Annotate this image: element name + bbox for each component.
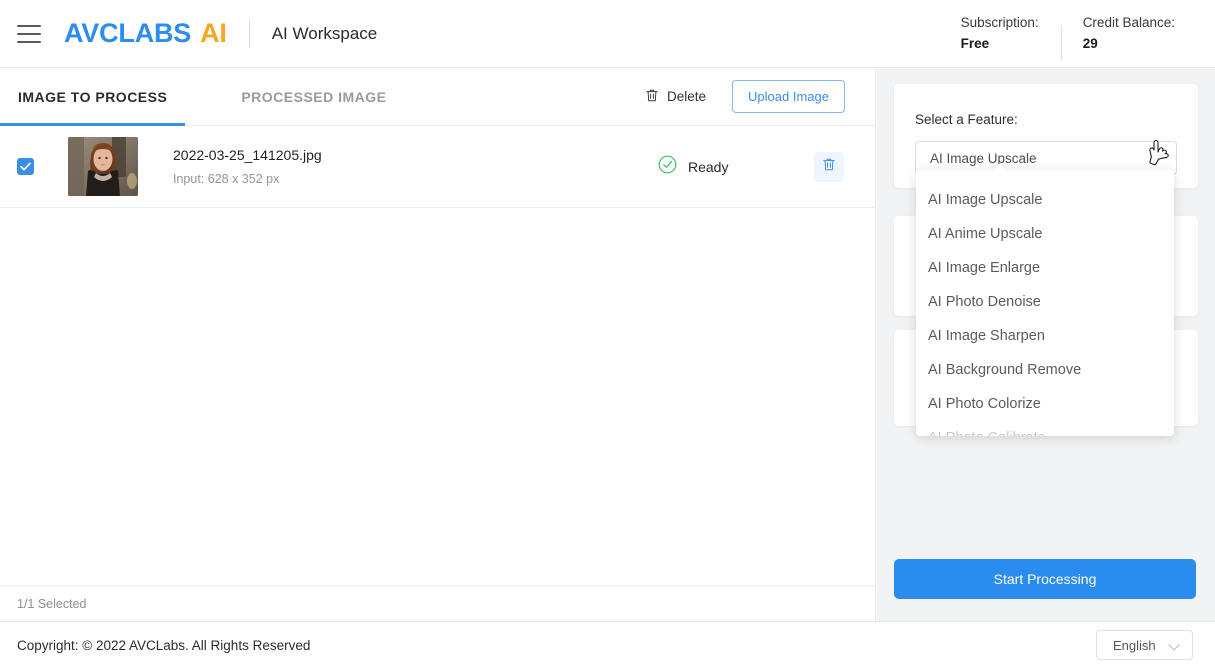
brand-accent: AI — [200, 18, 227, 48]
row-checkbox[interactable] — [17, 158, 34, 175]
top-header-bar: AVCLABS AI AI Workspace Subscription: Fr… — [0, 0, 1215, 68]
tab-processed-image[interactable]: PROCESSED IMAGE — [241, 68, 386, 125]
delete-button[interactable]: Delete — [645, 88, 706, 106]
chevron-down-icon — [1154, 152, 1167, 165]
image-thumbnail[interactable] — [68, 137, 138, 196]
dropdown-option-ai-photo-calibrate[interactable]: AI Photo Calibrate — [916, 421, 1174, 436]
hamburger-line — [17, 40, 41, 43]
check-circle-icon — [658, 155, 677, 179]
tab-actions-group: Delete Upload Image — [645, 80, 845, 113]
trash-icon — [645, 88, 659, 106]
status-badge: Ready — [688, 158, 729, 175]
subscription-info: Subscription: Free — [939, 14, 1061, 53]
hamburger-line — [17, 32, 41, 35]
dropdown-option-ai-photo-colorize[interactable]: AI Photo Colorize — [916, 387, 1174, 421]
dropdown-caret — [992, 163, 1008, 171]
dropdown-option-ai-image-enlarge[interactable]: AI Image Enlarge — [916, 251, 1174, 285]
account-info-group: Subscription: Free Credit Balance: 29 — [939, 0, 1197, 67]
copyright-text: Copyright: © 2022 AVCLabs. All Rights Re… — [17, 637, 311, 653]
dropdown-option-ai-image-sharpen[interactable]: AI Image Sharpen — [916, 319, 1174, 353]
selection-status-bar: 1/1 Selected — [0, 585, 875, 621]
chevron-down-icon — [1168, 639, 1180, 651]
subscription-value: Free — [960, 36, 990, 51]
image-list-panel: IMAGE TO PROCESS PROCESSED IMAGE Delete … — [0, 68, 876, 621]
hamburger-line — [17, 24, 41, 27]
dropdown-option-ai-photo-denoise[interactable]: AI Photo Denoise — [916, 285, 1174, 319]
credit-balance-info: Credit Balance: 29 — [1060, 14, 1197, 60]
credit-balance-value: 29 — [1082, 36, 1098, 51]
language-value: English — [1113, 637, 1156, 653]
upload-image-button[interactable]: Upload Image — [732, 80, 845, 113]
dropdown-option-ai-background-remove[interactable]: AI Background Remove — [916, 353, 1174, 387]
subscription-label: Subscription: — [960, 15, 1039, 30]
trash-icon — [822, 157, 836, 177]
status-group: Ready — [658, 155, 728, 179]
hamburger-menu-icon[interactable] — [17, 24, 41, 43]
brand-logo[interactable]: AVCLABS AI — [64, 18, 227, 49]
footer-bar: Copyright: © 2022 AVCLabs. All Rights Re… — [0, 621, 1215, 668]
delete-button-label: Delete — [667, 89, 707, 104]
row-delete-button[interactable] — [814, 151, 844, 182]
feature-dropdown-menu[interactable]: AI Image Upscale AI Anime Upscale AI Ima… — [916, 170, 1174, 436]
dropdown-option-ai-image-upscale[interactable]: AI Image Upscale — [916, 183, 1174, 217]
tab-bar: IMAGE TO PROCESS PROCESSED IMAGE Delete … — [0, 68, 875, 126]
selected-count: 1/1 Selected — [17, 596, 87, 611]
thumbnail-artwork — [68, 137, 138, 196]
tab-image-to-process[interactable]: IMAGE TO PROCESS — [0, 68, 186, 126]
dropdown-option-ai-anime-upscale[interactable]: AI Anime Upscale — [916, 217, 1174, 251]
select-feature-label: Select a Feature: — [915, 112, 1018, 127]
page-title: AI Workspace — [271, 23, 378, 43]
file-info: 2022-03-25_141205.jpg Input: 628 x 352 p… — [173, 147, 322, 186]
table-row[interactable]: 2022-03-25_141205.jpg Input: 628 x 352 p… — [0, 126, 875, 208]
checkmark-icon — [20, 162, 31, 171]
credit-balance-label: Credit Balance: — [1082, 15, 1175, 30]
header-divider — [248, 19, 250, 48]
brand-name: AVCLABS — [64, 18, 192, 48]
start-processing-button[interactable]: Start Processing — [894, 559, 1196, 599]
language-selector[interactable]: English — [1096, 630, 1193, 660]
feature-select-value: AI Image Upscale — [930, 150, 1037, 166]
file-name: 2022-03-25_141205.jpg — [173, 147, 322, 163]
file-dimensions: Input: 628 x 352 px — [173, 172, 280, 186]
